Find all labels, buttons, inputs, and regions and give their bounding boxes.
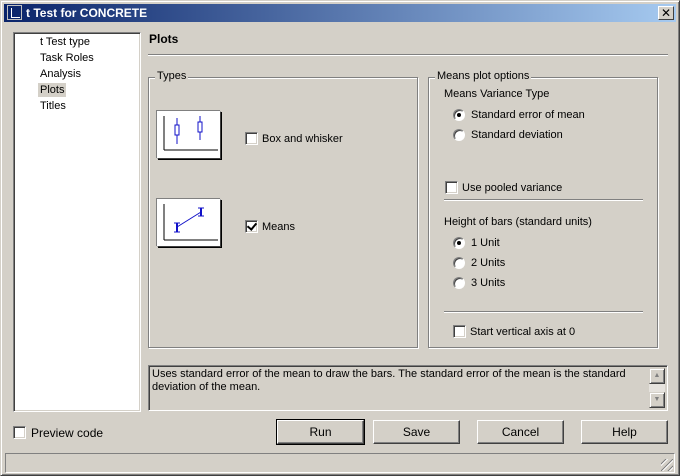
- save-button[interactable]: Save: [373, 420, 460, 444]
- status-bar: [5, 453, 675, 473]
- close-button[interactable]: ✕: [658, 6, 674, 20]
- title-divider: [148, 54, 668, 56]
- standard-deviation-label: Standard deviation: [471, 129, 563, 141]
- pooled-variance-label: Use pooled variance: [462, 182, 563, 194]
- box-whisker-label: Box and whisker: [262, 133, 343, 145]
- run-button[interactable]: Run: [276, 419, 365, 445]
- means-checkbox[interactable]: [245, 220, 258, 233]
- dialog-window: t Test for CONCRETE ✕ t Test type Task R…: [0, 0, 680, 476]
- description-text: Uses standard error of the mean to draw …: [152, 368, 626, 393]
- bar-height-label: Height of bars (standard units): [444, 216, 592, 228]
- scroll-down-arrow-icon[interactable]: ▼: [649, 392, 665, 408]
- radio-2-units[interactable]: [453, 257, 465, 269]
- nav-tree[interactable]: t Test type Task Roles Analysis Plots Ti…: [13, 32, 141, 412]
- nav-item-task-roles[interactable]: Task Roles: [38, 51, 96, 65]
- nav-item-analysis[interactable]: Analysis: [38, 67, 83, 81]
- window-title: t Test for CONCRETE: [26, 6, 148, 20]
- radio-standard-error[interactable]: [453, 109, 465, 121]
- types-legend: Types: [155, 70, 189, 82]
- title-bar[interactable]: t Test for CONCRETE ✕: [4, 4, 676, 22]
- means-plot-options-group: Means plot options Means Variance Type S…: [428, 70, 658, 348]
- options-divider-1: [444, 199, 643, 201]
- means-label: Means: [262, 221, 296, 233]
- means-options-legend: Means plot options: [435, 70, 532, 82]
- preview-code-checkbox[interactable]: [13, 426, 26, 439]
- cancel-button[interactable]: Cancel: [477, 420, 564, 444]
- page-title: Plots: [149, 32, 179, 46]
- scroll-up-arrow-icon[interactable]: ▲: [649, 368, 665, 384]
- radio-3-units[interactable]: [453, 277, 465, 289]
- means-chart-icon: [163, 204, 218, 241]
- box-whisker-chart-icon: [163, 116, 218, 151]
- app-icon: [7, 5, 22, 20]
- three-units-label: 3 Units: [471, 277, 506, 289]
- preview-code-label: Preview code: [31, 426, 104, 440]
- box-whisker-thumbnail[interactable]: [157, 111, 221, 159]
- radio-1-unit[interactable]: [453, 237, 465, 249]
- nav-item-titles[interactable]: Titles: [38, 99, 68, 113]
- help-button[interactable]: Help: [581, 420, 668, 444]
- start-axis-zero-checkbox[interactable]: [453, 325, 466, 338]
- box-whisker-checkbox[interactable]: [245, 132, 258, 145]
- nav-item-t-test-type[interactable]: t Test type: [38, 35, 92, 49]
- options-divider-2: [444, 311, 643, 313]
- nav-item-plots[interactable]: Plots: [38, 83, 67, 97]
- description-box: Uses standard error of the mean to draw …: [148, 365, 668, 411]
- types-group: Types Box and whisker Means: [148, 70, 418, 348]
- description-scrollbar[interactable]: ▲ ▼: [649, 368, 665, 408]
- resize-grip-icon[interactable]: [661, 459, 673, 471]
- standard-error-label: Standard error of mean: [471, 109, 585, 121]
- radio-standard-deviation[interactable]: [453, 129, 465, 141]
- means-thumbnail[interactable]: [157, 199, 221, 247]
- start-axis-zero-label: Start vertical axis at 0: [470, 326, 576, 338]
- variance-type-label: Means Variance Type: [444, 88, 550, 100]
- one-unit-label: 1 Unit: [471, 237, 500, 249]
- two-units-label: 2 Units: [471, 257, 506, 269]
- pooled-variance-checkbox[interactable]: [445, 181, 458, 194]
